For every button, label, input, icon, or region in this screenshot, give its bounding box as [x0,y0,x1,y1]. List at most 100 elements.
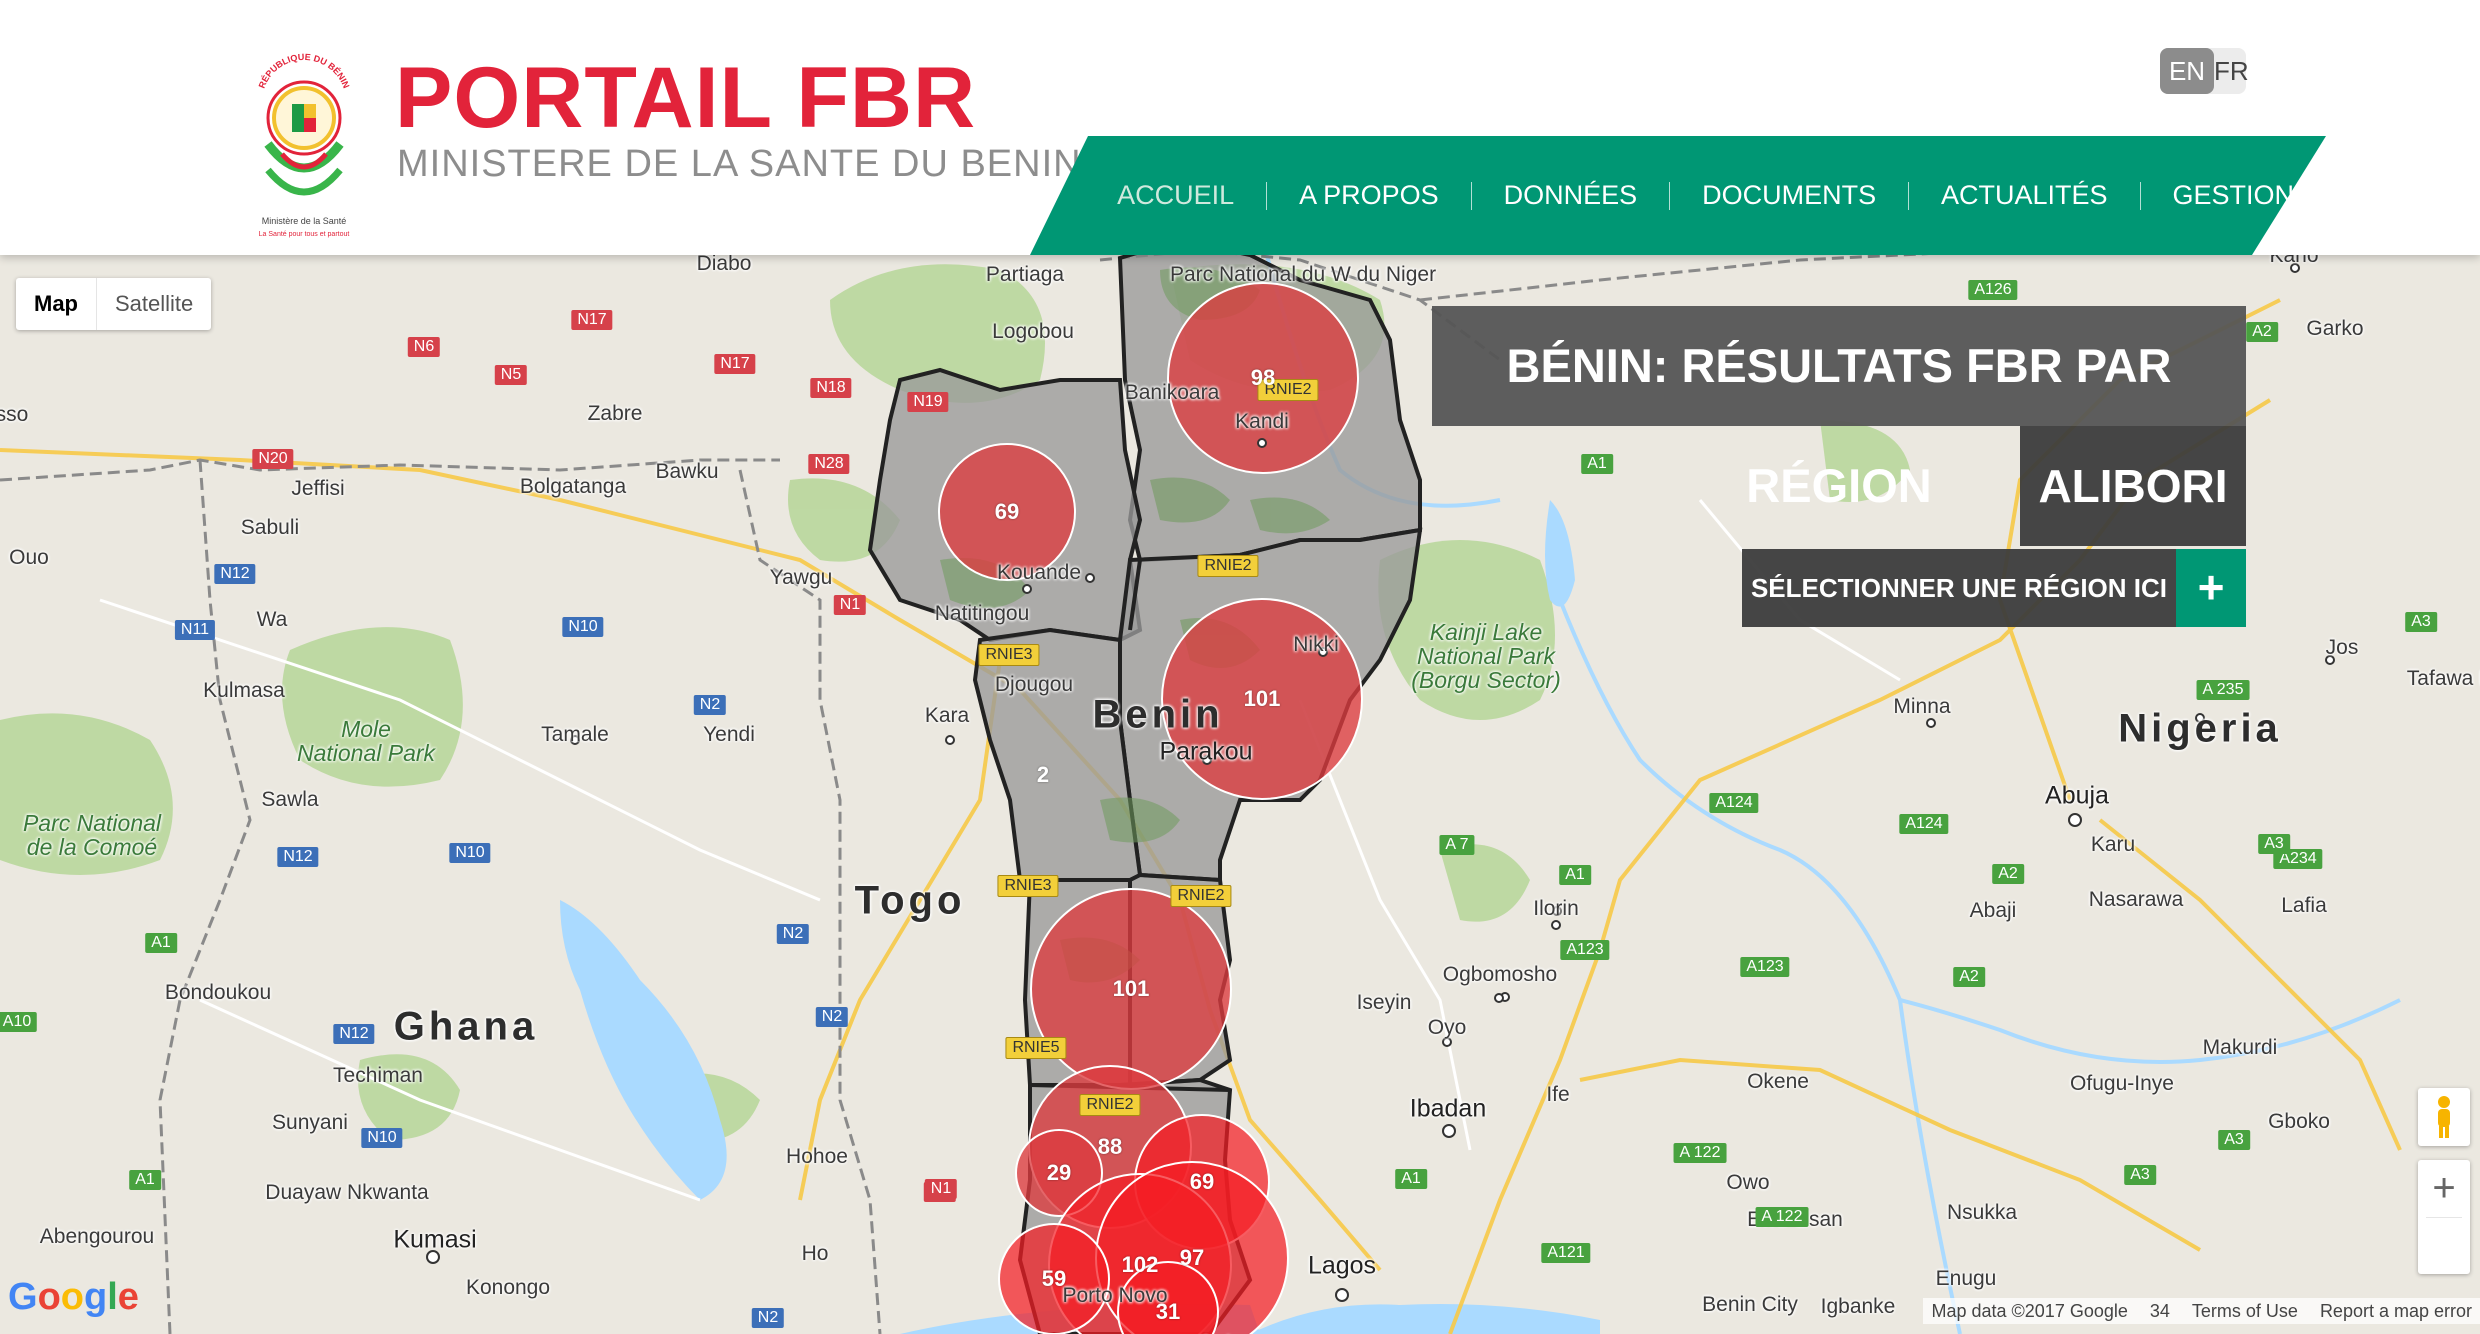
road-shield: RNIE2 [1170,885,1232,907]
results-title: BÉNIN: RÉSULTATS FBR PAR RÉGION [1432,306,2246,512]
road-shield: RNIE3 [978,644,1040,666]
map-type-map-button[interactable]: Map [16,278,96,330]
town-label: Kandi [1235,410,1289,433]
town-label: Garko [2306,317,2364,340]
lang-fr-button[interactable]: FR [2214,48,2249,94]
road-shield: RNIE2 [1197,555,1259,577]
town-label: Ho [801,1242,829,1265]
town-label: Enugu [1935,1267,1997,1290]
road-shield: N17 [571,310,613,330]
road-shield: N2 [776,924,810,944]
town-label: Minna [1893,695,1951,718]
nav-item-a-propos[interactable]: A PROPOS [1267,180,1471,211]
country-label-nigeria: Nigeria [2118,706,2282,751]
town-label: Ogbomosho [1442,963,1558,986]
park-label: Mole National Park [296,716,436,766]
lang-en-button[interactable]: EN [2160,48,2214,94]
nav-item-accueil[interactable]: ACCUEIL [1085,180,1266,211]
town-label: Djougou [994,673,1074,696]
city-marker [1335,1288,1349,1302]
nav-item-documents[interactable]: DOCUMENTS [1670,180,1908,211]
road-shield: A123 [1560,940,1610,960]
bubble-value-label: 102 [1121,1252,1159,1277]
city-marker-capital [2068,813,2082,827]
road-shield: N10 [562,617,604,637]
nav-item-donnees[interactable]: DONNÉES [1472,180,1670,211]
town-label: Kulmasa [203,679,285,702]
report-map-error-link[interactable]: Report a map error [2320,1298,2472,1324]
town-label: Yawgu [769,566,833,589]
city-marker [1257,438,1267,448]
town-label: Gboko [2268,1110,2330,1133]
bubble-value-label: 69 [1189,1169,1215,1194]
google-logo-letter: e [117,1276,139,1318]
map-type-control[interactable]: Map Satellite [16,278,212,330]
town-label: Igbanke [1820,1295,1896,1318]
town-label: Sawla [261,788,319,811]
town-label: Owo [1726,1171,1770,1194]
google-logo-letter: o [60,1276,84,1318]
town-label: Nikki [1293,633,1339,656]
road-shield: A3 [2124,1165,2156,1185]
town-label: Oyo [1427,1016,1467,1039]
site-title[interactable]: PORTAIL FBR [395,50,976,146]
bubble-value-label: 69 [994,499,1020,524]
nav-item-actualites[interactable]: ACTUALITÉS [1909,180,2140,211]
terms-of-use-link[interactable]: Terms of Use [2192,1298,2298,1324]
city-label: Lagos [1307,1251,1377,1280]
road-shield: N10 [361,1128,403,1148]
town-label: Wa [256,608,288,631]
town-label: Parc National du W du Niger [1169,263,1437,286]
road-shield: A124 [1709,793,1759,813]
region-select-plus-icon[interactable]: + [2176,549,2246,627]
road-shield: A3 [2218,1130,2250,1150]
map-type-satellite-button[interactable]: Satellite [96,278,211,330]
google-logo-letter: l [107,1276,118,1318]
park-label: Parc National de la Comoé [22,810,162,860]
town-label: Tamale [541,723,609,746]
region-select-label[interactable]: SÉLECTIONNER UNE RÉGION ICI [1742,549,2176,627]
city-label: Parakou [1159,737,1253,766]
zoom-control[interactable]: + [2418,1160,2470,1274]
bubble-value-label: 98 [1250,365,1276,390]
country-label-ghana: Ghana [393,1004,539,1049]
town-label: Bondoukou [164,981,272,1004]
bubble-value-label: 101 [1243,686,1281,711]
site-header: RÉPUBLIQUE DU BÉNIN Ministère de la Sant… [0,0,2480,255]
road-shield: N2 [815,1007,849,1027]
region-select-control[interactable]: SÉLECTIONNER UNE RÉGION ICI + [1742,549,2246,627]
nav-item-gestion[interactable]: GESTION [2141,180,2327,211]
town-label: Bolgatanga [519,475,627,498]
road-shield: A10 [0,1012,38,1032]
road-shield: A 7 [1439,835,1475,855]
town-label: Bawku [655,460,719,483]
town-label: Natitingou [934,602,1030,625]
town-label: Abaji [1969,899,2017,922]
park-label: Kainji Lake National Park (Borgu Sector) [1411,619,1561,693]
road-shield: N2 [751,1308,785,1328]
language-switch[interactable]: EN FR [2160,48,2249,94]
road-shield: N11 [174,620,216,640]
city-marker [1551,920,1561,930]
town-label: Duayaw Nkwanta [265,1181,429,1204]
city-marker [1022,584,1032,594]
road-shield: A 235 [2196,680,2250,700]
town-label: Kouande [996,561,1082,584]
bubble-value-label: 97 [1179,1245,1205,1270]
road-shield: N2 [693,695,727,715]
city-marker [1085,573,1095,583]
road-shield: N18 [810,378,852,398]
town-label: Makurdi [2202,1036,2278,1059]
ministry-logo-emblem[interactable]: RÉPUBLIQUE DU BÉNIN Ministère de la Sant… [252,52,356,242]
zoom-in-button[interactable]: + [2418,1160,2470,1216]
town-label: Zabre [587,402,643,425]
town-label: Konongo [465,1276,551,1299]
bubble-value-label: 59 [1041,1266,1067,1291]
country-label-benin: Benin [1092,692,1224,737]
bubble-value-label: 31 [1155,1299,1181,1324]
road-shield: A1 [1581,454,1613,474]
town-label: Benin City [1702,1293,1798,1316]
town-label: Tafawa B [2406,667,2480,690]
street-view-pegman-icon[interactable] [2418,1088,2470,1146]
logo-caption: Ministère de la Santé [262,216,347,226]
